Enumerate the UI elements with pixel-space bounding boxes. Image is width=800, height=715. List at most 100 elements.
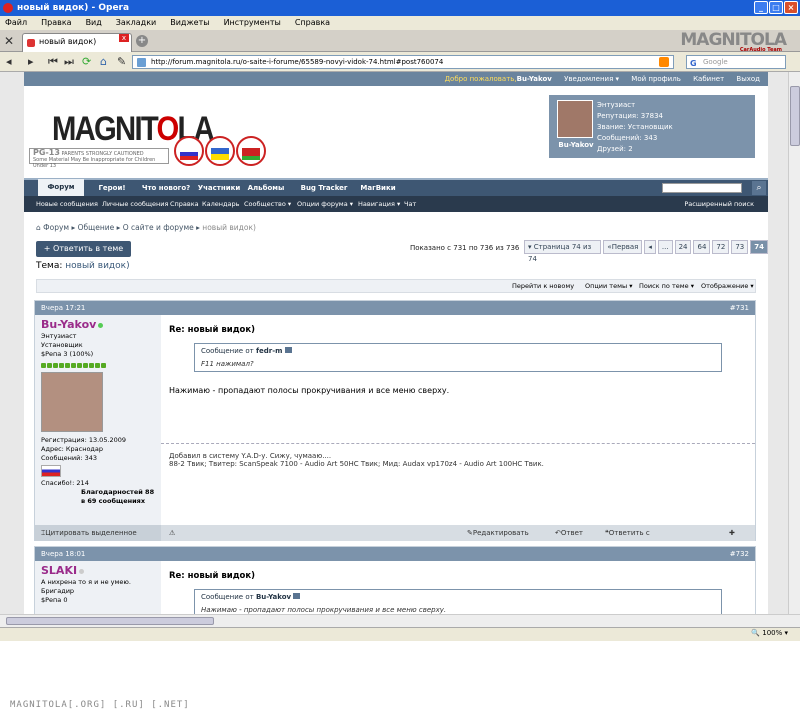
menu-tools[interactable]: Инструменты [224,16,281,30]
cabinet-link[interactable]: Кабинет [693,75,724,83]
breadcrumb-forum[interactable]: Форум [43,223,69,232]
menu-widgets[interactable]: Виджеты [170,16,209,30]
close-button[interactable]: × [784,1,798,14]
post-content: Re: новый видок) Сообщение от Bu-Yakov Н… [161,561,755,614]
page-24[interactable]: 24 [674,240,692,254]
goto-new-link[interactable]: Перейти к новому [512,280,574,292]
horizontal-scrollbar[interactable] [0,614,800,627]
page-first[interactable]: «Первая [603,240,643,254]
avatar[interactable] [41,372,103,432]
profile-link[interactable]: Мой профиль [631,75,681,83]
watermark-footer: MAGNITOLA[.ORG] [.RU] [.NET] [10,700,190,710]
home-icon[interactable]: ⌂ [36,223,41,232]
tab-bar: ✕ новый видок) x + MAGNITOLA CarAudio Tea… [0,30,800,53]
tab-whats-new[interactable]: Что нового? [138,180,194,196]
scroll-thumb[interactable] [790,86,800,146]
post-username[interactable]: Bu-Yakov [41,318,96,331]
ukraine-badge-icon [205,136,235,166]
display-mode[interactable]: Отображение ▾ [701,280,754,292]
breadcrumb-about[interactable]: О сайте и форуме [123,223,194,232]
post-userinfo: Bu-Yakov Энтузиаст Установщик $Репа 3 (1… [35,315,161,526]
fastforward-icon[interactable]: ⏭ [64,55,74,68]
post-731: Вчера 17:21 #731 Bu-Yakov Энтузиаст Устан… [34,300,756,553]
quote-selection-button[interactable]: ⌶ Цитировать выделенное [35,525,161,541]
advanced-search-link[interactable]: Расширенный поиск [684,196,754,212]
page-prev[interactable]: ◂ [644,240,656,254]
new-tab-icon[interactable]: + [136,35,148,47]
reply-button[interactable]: + Ответить в теме [36,241,131,257]
tab-albums[interactable]: Альбомы [246,180,286,196]
post-number[interactable]: #731 [730,301,749,315]
reply-post-button[interactable]: ↶ Ответ [555,525,583,541]
status-bar: 🔍 100% ▾ [0,627,800,641]
rewind-icon[interactable]: ⏮ [48,55,58,68]
zoom-level[interactable]: 🔍 100% ▾ [751,629,788,637]
subnav-forum-options[interactable]: Опции форума ▾ [297,196,353,212]
site-icon [137,58,146,67]
edit-icon[interactable]: ✎ [117,55,126,68]
menu-help[interactable]: Справка [295,16,330,30]
signature: Добавил в систему Y.A.D-у. Сижу, чумаaю.… [161,443,755,476]
offline-icon [79,569,85,574]
logout-link[interactable]: Выход [736,75,760,83]
tab-heroes[interactable]: Герои! [90,180,134,196]
menu-view[interactable]: Вид [86,16,102,30]
multiquote-icon[interactable]: ✚ [729,525,735,541]
notifications-link[interactable]: Уведомления ▾ [564,75,619,83]
search-thread[interactable]: Поиск по теме ▾ [639,280,694,292]
online-icon [98,323,104,328]
page-64[interactable]: 64 [693,240,711,254]
view-post-icon[interactable] [284,347,292,353]
search-input[interactable]: G Google [686,55,786,69]
subnav-help[interactable]: Справка [170,196,199,212]
scroll-thumb[interactable] [6,617,214,625]
vertical-scrollbar[interactable] [788,72,800,614]
page-73[interactable]: 73 [731,240,749,254]
post-number[interactable]: #732 [730,547,749,561]
subnav-navigation[interactable]: Навигация ▾ [358,196,400,212]
subnav-community[interactable]: Сообщество ▾ [244,196,291,212]
subnav-pm[interactable]: Личные сообщения [102,196,168,212]
breadcrumb-general[interactable]: Общение [78,223,115,232]
tab-magwiki[interactable]: МагВики [358,180,398,196]
site-search-input[interactable] [662,183,742,193]
menu-bookmarks[interactable]: Закладки [116,16,156,30]
page-select[interactable]: ▾ Страница 74 из 74 [524,240,602,263]
reload-icon[interactable]: ⟳ [82,55,91,68]
view-post-icon[interactable] [293,593,301,599]
menu-edit[interactable]: Правка [41,16,71,30]
subnav-calendar[interactable]: Календарь [202,196,239,212]
tab-members[interactable]: Участники [196,180,242,196]
avatar[interactable] [557,100,593,138]
maximize-button[interactable]: □ [769,1,783,14]
edit-button[interactable]: ✎ Редактировать [467,525,529,541]
tab-forum[interactable]: Форум [38,179,84,197]
post-content: Re: новый видок) Сообщение от fedr-m F11… [161,315,755,405]
post-username[interactable]: SLAKI [41,564,77,577]
results-count: Показано с 731 по 736 из 736 [410,244,520,252]
subnav-chat[interactable]: Чат [404,196,416,212]
forum-site: Добро пожаловать,Bu-Yakov Уведомления ▾ … [24,72,768,614]
tab-close-icon[interactable]: x [119,34,129,42]
home-icon[interactable]: ⌂ [100,55,107,68]
russia-flag-icon [41,465,61,477]
window-titlebar: новый видок) - Opera _ □ × [0,0,800,16]
url-input[interactable]: http://forum.magnitola.ru/o-saite-i-foru… [132,55,674,69]
page-ellipsis: ... [657,240,673,254]
browser-tab[interactable]: новый видок) x [22,33,132,52]
subnav-new-posts[interactable]: Новые сообщения [36,196,98,212]
forward-icon[interactable]: ▸ [28,55,34,68]
welcome-user[interactable]: Bu-Yakov [517,75,552,83]
russia-badge-icon [174,136,204,166]
page-72[interactable]: 72 [712,240,730,254]
reply-quote-button[interactable]: ❝ Ответить с цитированием [605,525,663,553]
tab-bug-tracker[interactable]: Bug Tracker [298,180,350,196]
report-icon[interactable]: ⚠ [169,525,175,541]
rss-icon[interactable] [659,57,669,67]
wrench-icon[interactable]: ✕ [4,34,14,48]
search-icon[interactable]: ⌕ [752,181,766,195]
menu-file[interactable]: Файл [5,16,27,30]
thread-options[interactable]: Опции темы ▾ [585,280,632,292]
back-icon[interactable]: ◂ [6,55,12,68]
minimize-button[interactable]: _ [754,1,768,14]
